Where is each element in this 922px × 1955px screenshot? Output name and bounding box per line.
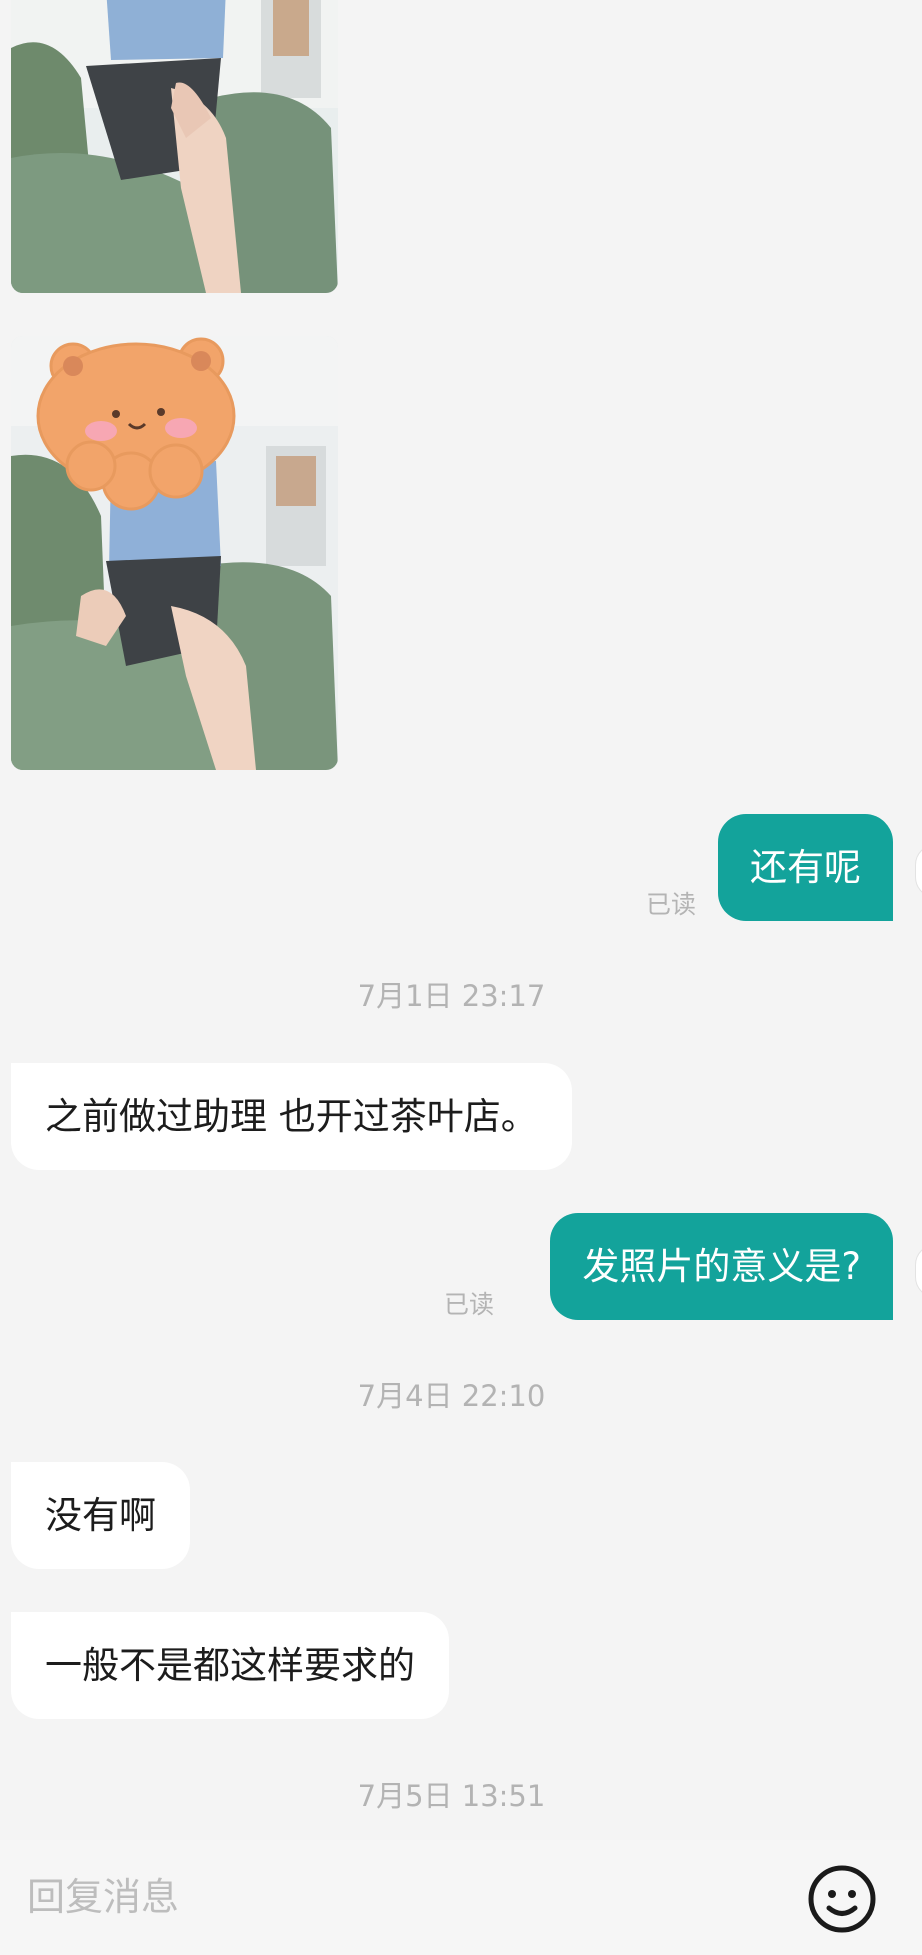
timestamp-divider: 7月5日 13:51 xyxy=(357,1779,546,1813)
timestamp-divider: 7月4日 22:10 xyxy=(357,1379,546,1413)
incoming-message-bubble[interactable]: 没有啊 xyxy=(11,1462,190,1569)
sender-avatar[interactable] xyxy=(915,1244,922,1298)
read-receipt: 已读 xyxy=(443,1290,494,1319)
photo-message[interactable] xyxy=(11,336,338,770)
photo-image xyxy=(11,336,338,770)
sender-avatar[interactable] xyxy=(915,844,922,898)
message-input-bar: 回复消息 xyxy=(0,1840,922,1955)
reply-input[interactable]: 回复消息 xyxy=(0,1840,780,1955)
chat-message-list[interactable]: 还有呢 已读 7月1日 23:17 之前做过助理 也开过茶叶店。 发照片的意义是… xyxy=(0,0,922,1840)
smiley-face-icon[interactable] xyxy=(807,1864,877,1934)
incoming-message-bubble[interactable]: 一般不是都这样要求的 xyxy=(11,1612,449,1719)
incoming-message-bubble[interactable]: 之前做过助理 也开过茶叶店。 xyxy=(11,1063,572,1170)
outgoing-message-bubble[interactable]: 发照片的意义是? xyxy=(550,1213,893,1320)
outgoing-message-bubble[interactable]: 还有呢 xyxy=(718,814,893,921)
photo-image xyxy=(11,0,338,293)
read-receipt: 已读 xyxy=(645,890,696,919)
timestamp-divider: 7月1日 23:17 xyxy=(357,979,546,1013)
photo-message[interactable] xyxy=(11,0,338,293)
